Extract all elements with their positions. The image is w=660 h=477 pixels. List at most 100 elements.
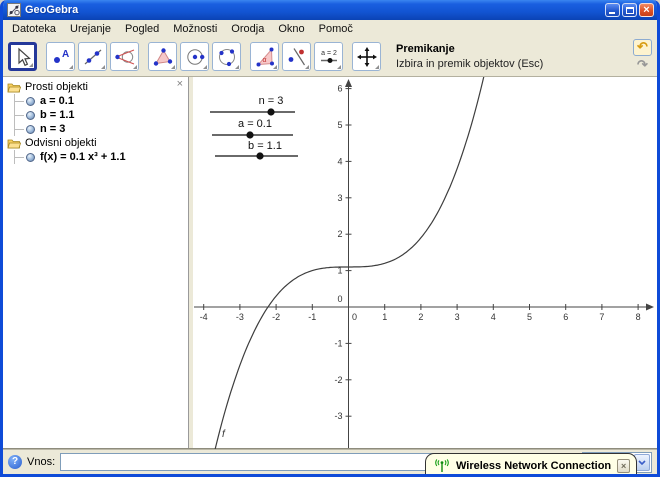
main-area: × Prosti objekti a = 0.1 b = 1.1 n = 3 Odvis… <box>3 77 657 449</box>
algebra-section-label[interactable]: Odvisni objekti <box>5 136 188 150</box>
conic-icon <box>218 48 235 66</box>
algebra-section-label[interactable]: Prosti objekti <box>5 80 188 94</box>
y-tick-label: 6 <box>337 84 342 94</box>
minimize-button[interactable] <box>605 3 620 17</box>
slider-b-handle[interactable] <box>256 152 264 160</box>
x-tick-label: 2 <box>418 312 423 322</box>
y-axis-arrow <box>345 79 352 87</box>
y-tick-label: 4 <box>337 156 342 166</box>
algebra-object-row[interactable]: f(x) = 0.1 x³ + 1.1 <box>14 150 188 164</box>
tool-polygon-button[interactable] <box>148 42 177 71</box>
algebra-view: × Prosti objekti a = 0.1 b = 1.1 n = 3 Odvis… <box>3 77 189 448</box>
y-tick-label: 0 <box>337 294 342 304</box>
geogebra-window: GeoGebra × Datoteka Urejanje Pogled Možnost… <box>0 0 660 477</box>
line-icon <box>84 49 101 64</box>
x-tick-label: -3 <box>236 312 244 322</box>
algebra-object-text: b = 1.1 <box>40 109 75 121</box>
slider-n-label: n = 3 <box>259 95 284 107</box>
svg-text:a = 2: a = 2 <box>321 50 337 57</box>
algebra-object-row[interactable]: n = 3 <box>14 122 188 136</box>
redo-button[interactable]: ↷ <box>633 57 652 74</box>
algebra-close-icon[interactable]: × <box>177 78 183 90</box>
input-label: Vnos: <box>27 456 56 468</box>
svg-text:α: α <box>262 57 266 64</box>
slider-b-label: b = 1.1 <box>248 140 282 152</box>
circle-icon <box>186 48 204 65</box>
toolbar: Aα a = 2 Premikanje Izbira in premik obje… <box>3 37 657 77</box>
x-tick-label: -2 <box>272 312 280 322</box>
close-icon: × <box>643 4 650 16</box>
tool-conic-button[interactable] <box>212 42 241 71</box>
tool-angle-button[interactable]: α <box>250 42 279 71</box>
menu-item-urejanje[interactable]: Urejanje <box>63 22 118 36</box>
algebra-object-row[interactable]: a = 0.1 <box>14 94 188 108</box>
folder-icon <box>7 139 21 148</box>
minimize-icon <box>609 12 615 14</box>
angle-icon: α <box>256 47 274 66</box>
maximize-icon <box>626 7 634 14</box>
menu-item-pomo[interactable]: Pomoč <box>312 22 360 36</box>
help-icon[interactable]: ? <box>8 455 22 469</box>
wireless-notification-balloon[interactable]: Wireless Network Connection × <box>425 453 637 474</box>
x-tick-label: 1 <box>382 312 387 322</box>
move-view-icon <box>356 46 377 67</box>
y-tick-label: 5 <box>337 120 342 130</box>
polygon-icon <box>153 47 172 66</box>
svg-text:A: A <box>62 49 69 60</box>
y-tick-label: -2 <box>334 375 342 385</box>
menu-bar: Datoteka Urejanje Pogled Možnosti Orodja Okno… <box>3 20 657 37</box>
slider-a-label: a = 0.1 <box>238 118 272 130</box>
x-tick-label: -1 <box>308 312 316 322</box>
undo-redo-group: ↶ ↷ <box>633 39 652 74</box>
tool-circle-button[interactable] <box>180 42 209 71</box>
tool-move-button[interactable] <box>8 42 37 71</box>
tool-point-button[interactable]: A <box>46 42 75 71</box>
x-tick-label: 0 <box>352 312 357 322</box>
slider-a-handle[interactable] <box>246 131 254 139</box>
algebra-object-row[interactable]: b = 1.1 <box>14 108 188 122</box>
menu-item-monosti[interactable]: Možnosti <box>166 22 224 36</box>
menu-item-okno[interactable]: Okno <box>271 22 311 36</box>
point-icon: A <box>53 49 69 63</box>
algebra-object-text: f(x) = 0.1 x³ + 1.1 <box>40 151 126 163</box>
tool-reflect-button[interactable] <box>282 42 311 71</box>
title-bar[interactable]: GeoGebra × <box>3 0 657 20</box>
y-tick-label: -3 <box>334 411 342 421</box>
geogebra-app-icon <box>7 3 21 17</box>
tool-slider-button[interactable]: a = 2 <box>314 42 343 71</box>
object-visibility-marble-icon[interactable] <box>26 152 35 162</box>
y-tick-label: 2 <box>337 229 342 239</box>
reflect-icon <box>288 47 305 65</box>
graph-canvas[interactable]: -4 -3 -2 -1 0 1 2 3 4 5 6 7 8-3-2-10123456fn = 3a = … <box>193 77 657 449</box>
active-tool-hint: Izbira in premik objektov (Esc) <box>396 57 544 70</box>
window-title: GeoGebra <box>25 4 79 16</box>
slider-icon: a = 2 <box>320 50 337 63</box>
object-visibility-marble-icon[interactable] <box>26 96 35 106</box>
x-tick-label: 4 <box>491 312 496 322</box>
active-tool-name: Premikanje <box>396 43 455 56</box>
move-icon <box>17 47 31 66</box>
close-button[interactable]: × <box>639 3 654 17</box>
menu-item-orodja[interactable]: Orodja <box>224 22 271 36</box>
x-axis-arrow <box>646 303 654 311</box>
algebra-object-text: a = 0.1 <box>40 95 74 107</box>
graphics-view: -4 -3 -2 -1 0 1 2 3 4 5 6 7 8 -3 -2 -1 0 1 2 3 4 5 6 f n = 3a = … <box>193 77 657 449</box>
tool-move-view-button[interactable] <box>352 42 381 71</box>
object-visibility-marble-icon[interactable] <box>26 124 35 134</box>
x-tick-label: 7 <box>599 312 604 322</box>
curve-label: f <box>222 429 226 440</box>
tool-tangent-button[interactable] <box>110 42 139 71</box>
tangent-icon <box>114 48 134 65</box>
notification-title: Wireless Network Connection <box>456 460 612 472</box>
object-visibility-marble-icon[interactable] <box>26 110 35 120</box>
x-tick-label: 8 <box>636 312 641 322</box>
maximize-button[interactable] <box>622 3 637 17</box>
menu-item-pogled[interactable]: Pogled <box>118 22 166 36</box>
tool-line-button[interactable] <box>78 42 107 71</box>
folder-icon <box>7 83 21 92</box>
notification-close-button[interactable]: × <box>617 459 630 473</box>
menu-item-datoteka[interactable]: Datoteka <box>5 22 63 36</box>
undo-button[interactable]: ↶ <box>633 39 652 56</box>
slider-n-handle[interactable] <box>267 108 275 116</box>
algebra-object-text: n = 3 <box>40 123 66 135</box>
